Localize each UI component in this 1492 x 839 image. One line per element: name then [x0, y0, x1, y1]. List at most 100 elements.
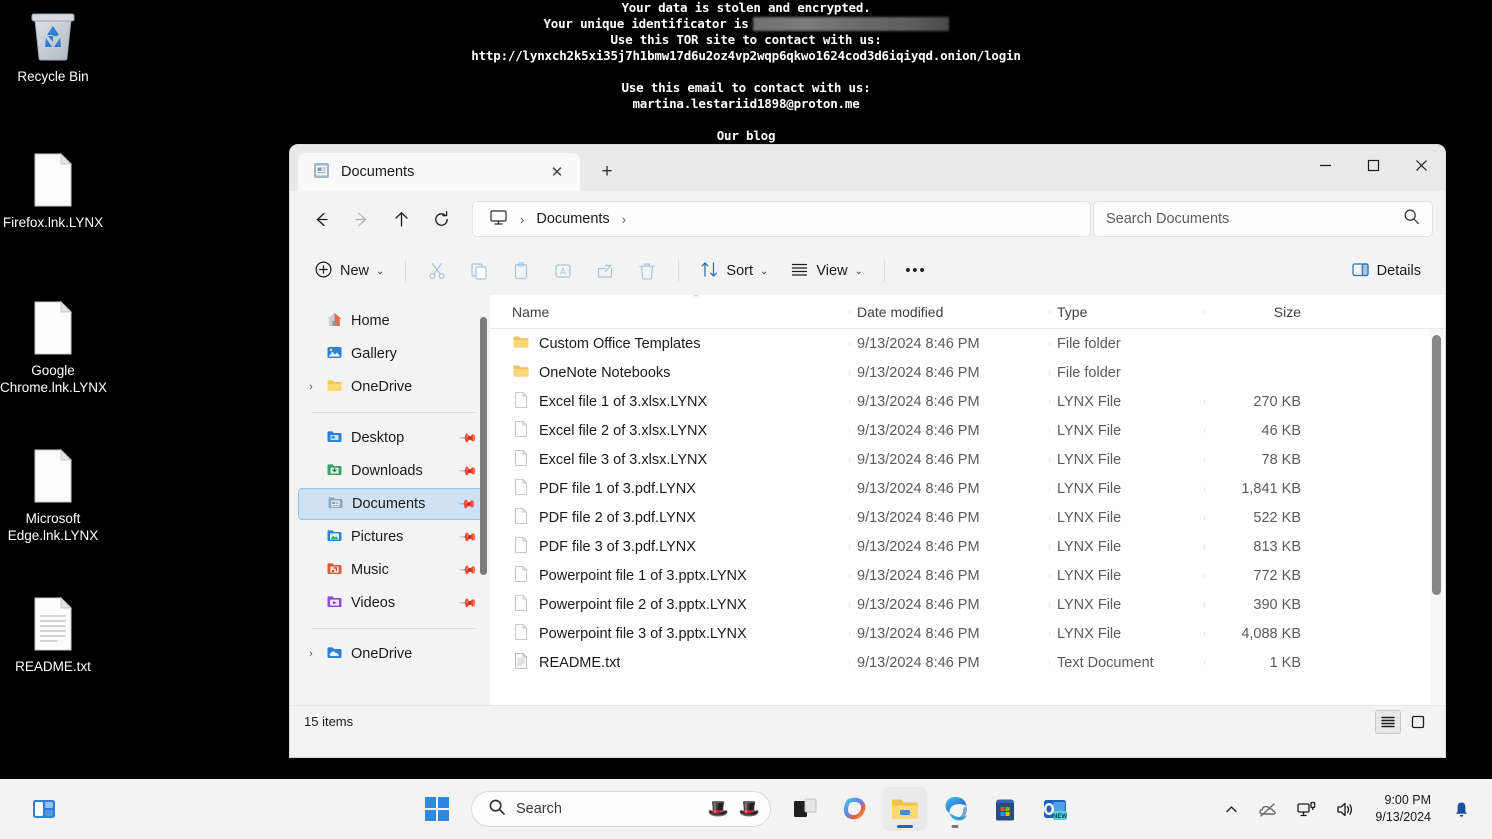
sidebar-scrollbar[interactable] [480, 317, 487, 575]
network-icon[interactable] [1289, 789, 1324, 829]
refresh-icon[interactable] [422, 201, 460, 237]
command-divider-3 [883, 260, 885, 282]
sidebar-item-music[interactable]: › Music 📌 [298, 554, 482, 586]
close-window-button[interactable] [1397, 145, 1445, 185]
microsoft-store-taskbar-button[interactable] [983, 787, 1027, 831]
desktop-icon-label: Google Chrome.lnk.LYNX [0, 363, 108, 395]
sidebar-item-onedrive-account[interactable]: › OneDrive [298, 638, 482, 670]
address-bar[interactable]: › Documents › [472, 201, 1091, 237]
pin-icon[interactable]: 📌 [458, 593, 478, 613]
show-hidden-icons-button[interactable] [1217, 789, 1246, 829]
file-name: PDF file 3 of 3.pdf.LYNX [539, 538, 696, 555]
pin-icon[interactable]: 📌 [458, 428, 478, 448]
onedrive-offline-icon[interactable] [1250, 789, 1285, 829]
desktop-icon-label: Firefox.lnk.LYNX [2, 215, 104, 230]
copilot-button[interactable] [833, 787, 877, 831]
column-header-size[interactable]: Size [1204, 304, 1309, 320]
column-header-date-modified[interactable]: Date modified [849, 304, 1049, 320]
windows-start-icon[interactable] [415, 787, 459, 831]
taskbar-search-placeholder: Search [516, 801, 562, 817]
table-row[interactable]: Excel file 1 of 3.xlsx.LYNX 9/13/2024 8:4… [490, 387, 1439, 416]
table-row[interactable]: Excel file 2 of 3.xlsx.LYNX 9/13/2024 8:4… [490, 416, 1439, 445]
desktop-icon-readme-txt[interactable]: README.txt [0, 596, 106, 675]
outlook-taskbar-button[interactable]: NEW [1033, 787, 1077, 831]
table-row[interactable]: PDF file 2 of 3.pdf.LYNX 9/13/2024 8:46 P… [490, 503, 1439, 532]
forward-arrow-icon[interactable] [342, 201, 380, 237]
microsoft-edge-taskbar-button[interactable] [933, 787, 977, 831]
taskbar-search-box[interactable]: Search 🎩 🎩 [471, 791, 771, 827]
file-explorer-taskbar-button[interactable] [883, 787, 927, 831]
table-row[interactable]: Powerpoint file 1 of 3.pptx.LYNX 9/13/202… [490, 561, 1439, 590]
pin-icon[interactable]: 📌 [458, 461, 478, 481]
details-pane-button[interactable]: Details [1341, 254, 1431, 288]
table-row[interactable]: Powerpoint file 2 of 3.pptx.LYNX 9/13/202… [490, 590, 1439, 619]
breadcrumb-documents[interactable]: Documents [530, 208, 615, 230]
sidebar-item-pictures[interactable]: › Pictures 📌 [298, 521, 482, 553]
file-list-scrollbar-thumb[interactable] [1432, 335, 1441, 595]
sidebar-item-home[interactable]: › Home [298, 305, 482, 337]
notification-bell-icon[interactable] [1445, 789, 1478, 829]
copy-button[interactable] [459, 254, 499, 288]
top-hat-icon[interactable]: 🎩 [739, 799, 760, 819]
clock-and-date[interactable]: 9:00 PM 9/13/2024 [1367, 789, 1441, 829]
search-icon[interactable] [1403, 208, 1420, 230]
back-arrow-icon[interactable] [302, 201, 340, 237]
volume-icon[interactable] [1328, 789, 1363, 829]
table-row[interactable]: PDF file 1 of 3.pdf.LYNX 9/13/2024 8:46 P… [490, 474, 1439, 503]
table-row[interactable]: PDF file 3 of 3.pdf.LYNX 9/13/2024 8:46 P… [490, 532, 1439, 561]
large-icons-view-toggle[interactable] [1405, 710, 1431, 734]
new-button[interactable]: New ⌄ [304, 254, 394, 288]
breadcrumb-separator-trailing[interactable]: › [620, 212, 628, 227]
file-date-modified: 9/13/2024 8:46 PM [849, 452, 1049, 468]
breadcrumb-this-pc[interactable] [483, 205, 514, 234]
widgets-icon[interactable] [22, 787, 66, 831]
tab-documents[interactable]: Documents ✕ [298, 153, 580, 191]
cut-button[interactable] [417, 254, 457, 288]
chevron-right-icon[interactable]: › [304, 648, 318, 660]
task-view-button[interactable] [783, 787, 827, 831]
desktop-icon-microsoft-edge-lnk-lynx[interactable]: Microsoft Edge.lnk.LYNX [0, 448, 106, 544]
desktop-icon-google-chrome-lnk-lynx[interactable]: Google Chrome.lnk.LYNX [0, 300, 108, 396]
rename-button[interactable]: A [543, 254, 583, 288]
file-date-modified: 9/13/2024 8:46 PM [849, 481, 1049, 497]
table-row[interactable]: Excel file 3 of 3.xlsx.LYNX 9/13/2024 8:4… [490, 445, 1439, 474]
share-button[interactable] [585, 254, 625, 288]
table-row[interactable]: Powerpoint file 3 of 3.pptx.LYNX 9/13/202… [490, 619, 1439, 648]
sidebar-item-label: Downloads [351, 463, 423, 479]
close-icon[interactable]: ✕ [544, 159, 570, 185]
sidebar-item-onedrive-top[interactable]: › OneDrive [298, 371, 482, 403]
minimize-button[interactable] [1301, 145, 1349, 185]
table-row[interactable]: Custom Office Templates 9/13/2024 8:46 PM… [490, 329, 1439, 358]
paste-button[interactable] [501, 254, 541, 288]
column-header-name[interactable]: Name [504, 304, 849, 320]
table-row[interactable]: OneNote Notebooks 9/13/2024 8:46 PM File f… [490, 358, 1439, 387]
pin-icon[interactable]: 📌 [457, 494, 477, 514]
desktop-icon-firefox-lnk-lynx[interactable]: Firefox.lnk.LYNX [0, 152, 106, 231]
desktop-icon-recycle-bin[interactable]: Recycle Bin [0, 6, 106, 85]
details-view-toggle[interactable] [1375, 709, 1401, 734]
maximize-button[interactable] [1349, 145, 1397, 185]
sidebar-item-gallery[interactable]: › Gallery [298, 338, 482, 370]
svg-text:A: A [560, 267, 566, 277]
recycle-bin-icon [0, 6, 106, 64]
view-button[interactable]: View ⌄ [780, 254, 873, 288]
pin-icon[interactable]: 📌 [458, 560, 478, 580]
sort-button[interactable]: Sort ⌄ [690, 254, 778, 288]
column-header-type[interactable]: Type [1049, 304, 1204, 320]
see-more-button[interactable]: ••• [896, 254, 936, 288]
sidebar-item-videos[interactable]: › Videos 📌 [298, 587, 482, 619]
file-name: Excel file 3 of 3.xlsx.LYNX [539, 451, 708, 468]
delete-button[interactable] [627, 254, 667, 288]
sidebar-item-desktop[interactable]: › Desktop 📌 [298, 422, 482, 454]
sidebar-item-documents[interactable]: › Documents 📌 [298, 488, 482, 520]
pin-icon[interactable]: 📌 [458, 527, 478, 547]
new-tab-button[interactable]: + [590, 155, 624, 189]
straw-hat-icon[interactable]: 🎩 [708, 799, 729, 819]
search-input[interactable] [1106, 211, 1403, 227]
sidebar-item-downloads[interactable]: › Downloads 📌 [298, 455, 482, 487]
explorer-search-box[interactable] [1093, 201, 1433, 237]
svg-text:NEW: NEW [1053, 814, 1067, 820]
chevron-right-icon[interactable]: › [304, 381, 318, 393]
up-arrow-icon[interactable] [382, 201, 420, 237]
table-row[interactable]: README.txt 9/13/2024 8:46 PM Text Document… [490, 648, 1439, 677]
